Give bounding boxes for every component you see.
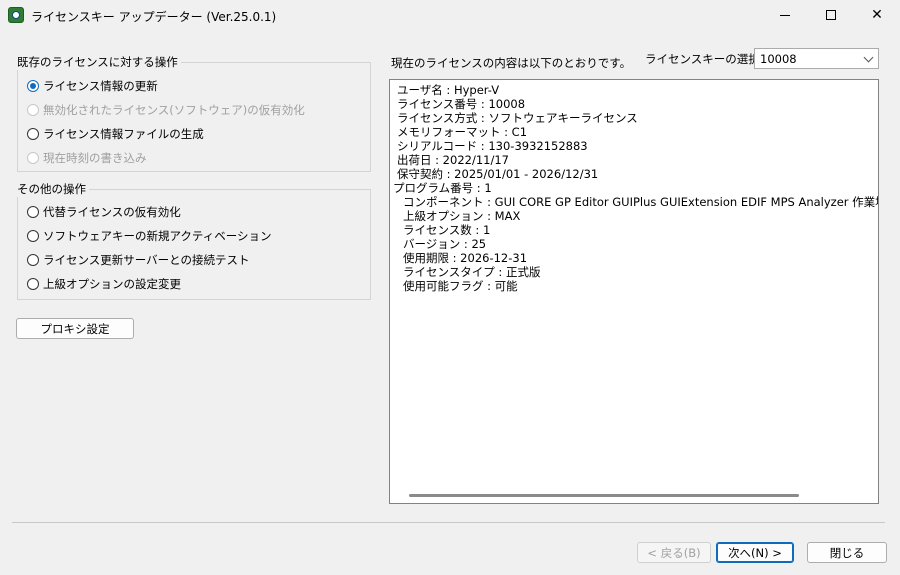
other-ops-group: その他の操作 代替ライセンスの仮有効化 ソフトウェアキーの新規アクティベーション… (17, 181, 371, 300)
existing-ops-title: 既存のライセンスに対する操作 (17, 54, 181, 70)
info-line: ユーザ名 : Hyper-V (397, 83, 500, 97)
info-line: プログラム番号 : 1 (393, 181, 492, 195)
info-line: バージョン : 25 (403, 237, 487, 251)
radio-circle (27, 80, 39, 92)
info-line: 使用期限 : 2026-12-31 (403, 251, 528, 265)
radio-write-current-time[interactable]: 現在時刻の書き込み (27, 150, 147, 166)
info-line: 上級オプション : MAX (403, 209, 521, 223)
radio-circle (27, 152, 39, 164)
close-icon: ✕ (871, 7, 883, 23)
info-line: ライセンス方式 : ソフトウェアキーライセンス (397, 111, 638, 125)
info-line: ライセンス数 : 1 (403, 223, 491, 237)
info-line: ライセンス番号 : 10008 (397, 97, 526, 111)
maximize-icon (826, 10, 836, 20)
minimize-button[interactable] (762, 0, 808, 30)
back-button[interactable]: < 戻る(B) (637, 542, 711, 563)
radio-circle (27, 128, 39, 140)
radio-update-license[interactable]: ライセンス情報の更新 (27, 78, 158, 94)
radio-circle (27, 104, 39, 116)
radio-label: 無効化されたライセンス(ソフトウェア)の仮有効化 (43, 103, 305, 117)
chevron-down-icon (863, 52, 874, 63)
radio-label: ライセンス情報ファイルの生成 (43, 127, 204, 141)
maximize-button[interactable] (808, 0, 854, 30)
radio-label: 上級オプションの設定変更 (43, 277, 181, 291)
info-line: ライセンスタイプ : 正式版 (403, 265, 541, 279)
radio-temp-activate-invalid[interactable]: 無効化されたライセンス(ソフトウェア)の仮有効化 (27, 102, 305, 118)
info-line: シリアルコード : 130-3932152883 (397, 139, 588, 153)
radio-circle (27, 230, 39, 242)
radio-label: ライセンス更新サーバーとの接続テスト (43, 253, 250, 267)
proxy-settings-button[interactable]: プロキシ設定 (16, 318, 134, 339)
existing-ops-group: 既存のライセンスに対する操作 ライセンス情報の更新 無効化されたライセンス(ソフ… (17, 54, 371, 172)
scrollbar-thumb[interactable] (409, 494, 799, 497)
info-line: 出荷日 : 2022/11/17 (397, 153, 509, 167)
radio-generate-info-file[interactable]: ライセンス情報ファイルの生成 (27, 126, 204, 142)
radio-circle (27, 254, 39, 266)
info-line: メモリフォーマット : C1 (397, 125, 528, 139)
select-value: 10008 (760, 51, 797, 66)
radio-label: 現在時刻の書き込み (43, 151, 147, 165)
window-title: ライセンスキー アップデーター (Ver.25.0.1) (31, 10, 277, 24)
info-line: コンポーネント : GUI CORE GP Editor GUIPlus GUI… (403, 195, 878, 209)
key-select-label: ライセンスキーの選択 (645, 52, 760, 66)
other-ops-title: その他の操作 (17, 181, 89, 197)
close-window-button[interactable]: ✕ (854, 0, 900, 30)
minimize-icon (780, 14, 790, 16)
radio-label: ソフトウェアキーの新規アクティベーション (43, 229, 272, 243)
footer-separator (12, 522, 885, 523)
info-line: 保守契約 : 2025/01/01 - 2026/12/31 (397, 167, 599, 181)
radio-new-activation[interactable]: ソフトウェアキーの新規アクティベーション (27, 228, 272, 244)
radio-advanced-options[interactable]: 上級オプションの設定変更 (27, 276, 181, 292)
title-bar: ライセンスキー アップデーター (Ver.25.0.1) ✕ (0, 0, 900, 30)
license-info-box[interactable]: ユーザ名 : Hyper-V ライセンス番号 : 10008 ライセンス方式 :… (389, 79, 879, 504)
license-key-select[interactable]: 10008 (754, 48, 879, 69)
close-button[interactable]: 閉じる (807, 542, 887, 563)
radio-temp-activate-alternate[interactable]: 代替ライセンスの仮有効化 (27, 204, 181, 220)
horizontal-scrollbar[interactable] (391, 489, 877, 502)
radio-server-connection-test[interactable]: ライセンス更新サーバーとの接続テスト (27, 252, 250, 268)
radio-circle (27, 206, 39, 218)
radio-label: ライセンス情報の更新 (43, 79, 158, 93)
info-header: 現在のライセンスの内容は以下のとおりです。 (391, 56, 632, 70)
radio-label: 代替ライセンスの仮有効化 (43, 205, 181, 219)
next-button[interactable]: 次へ(N) > (716, 542, 794, 563)
radio-circle (27, 278, 39, 290)
app-icon (8, 7, 24, 23)
info-line: 使用可能フラグ : 可能 (403, 279, 518, 293)
